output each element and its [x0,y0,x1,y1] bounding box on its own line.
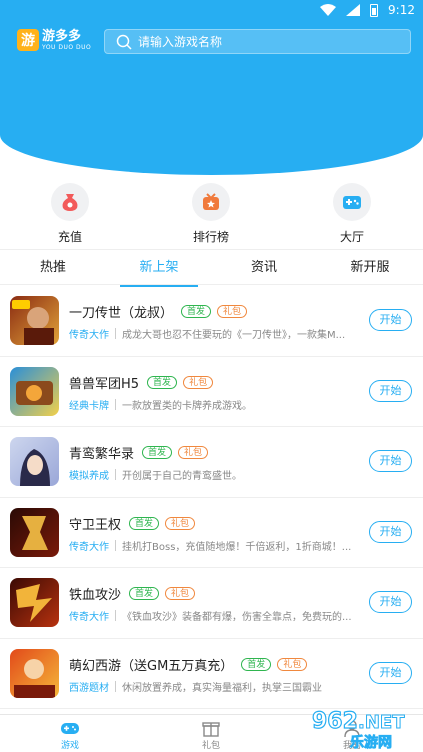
game-row[interactable]: 守卫王权 首发 礼包 传奇大作 挂机打Boss，充值随地爆！千倍返利，1折商城！… [0,498,423,568]
game-category: 传奇大作 [69,612,109,623]
start-button[interactable]: 开始 [369,591,412,613]
game-name: 一刀传世（龙叔） [69,306,174,321]
game-row[interactable]: 铁血攻沙 首发 礼包 传奇大作 《铁血攻沙》装备都有爆，伤害全靠点，免费玩的..… [0,568,423,639]
start-button[interactable]: 开始 [369,309,412,331]
game-category: 经典卡牌 [69,400,109,412]
first-release-badge: 首发 [142,446,173,459]
search-icon [116,34,132,50]
first-release-badge: 首发 [181,305,212,318]
game-description: 挂机打Boss，充值随地爆！千倍返利，1折商城！... [122,541,352,553]
status-time: 9:12 [388,3,415,17]
game-name: 萌幻西游（送GM五万真充） [69,658,234,674]
battery-icon [370,3,379,17]
game-icon [10,578,59,627]
top-bar: 游 游多多 YOU DUO DUO [0,29,423,55]
game-name: 兽兽军团H5 [69,376,140,392]
watermark-suffix: .NET [358,712,405,733]
game-row[interactable]: 青鸾繁华录 首发 礼包 模拟养成 开创属于自己的青鸾盛世。 开始 [0,427,423,498]
game-description: 开创属于自己的青鸾盛世。 [122,471,242,482]
nav-games[interactable]: 游戏 [40,718,100,751]
game-row[interactable]: 一刀传世（龙叔） 首发 礼包 传奇大作 成龙大哥也忍不住要玩的《一刀传世》，一款… [0,286,423,357]
app-name: 游多多 [42,28,82,44]
gift-badge: 礼包 [217,305,248,318]
first-release-badge: 首发 [129,587,160,600]
money-bag-icon [62,194,78,211]
first-release-badge: 首发 [129,516,160,530]
gift-badge: 礼包 [277,657,308,671]
nav-label: 游戏 [60,741,79,751]
game-description: 一款放置类的卡牌养成游戏。 [122,400,252,412]
logo-mark: 游 [17,29,39,51]
game-description: 《铁血攻沙》装备都有爆，伤害全靠点，免费玩的... [122,612,352,623]
game-name: 守卫王权 [69,517,122,533]
game-icon [10,296,59,345]
header-banner [0,0,423,175]
site-watermark: 962 .NET 乐游网 [310,702,423,752]
gift-badge: 礼包 [165,587,196,600]
game-category: 西游题材 [69,682,109,694]
search-bar[interactable] [104,29,411,54]
first-release-badge: 首发 [147,375,178,389]
quick-label: 排行榜 [192,230,229,244]
game-description: 成龙大哥也忍不住要玩的《一刀传世》，一款集M... [122,330,346,341]
quick-label: 大厅 [339,230,364,244]
status-bar: 9:12 [0,0,423,22]
app-logo: 游 游多多 YOU DUO DUO [17,29,91,51]
gift-badge: 礼包 [183,375,214,389]
search-input[interactable] [138,34,398,49]
game-icon [10,366,59,416]
game-icon [10,648,59,698]
tab-new[interactable]: 新上架 [106,250,212,287]
tab-news[interactable]: 资讯 [211,250,317,286]
game-name: 铁血攻沙 [69,588,122,603]
game-row[interactable]: 兽兽军团H5 首发 礼包 经典卡牌 一款放置类的卡牌养成游戏。 开始 [0,357,423,427]
game-category: 模拟养成 [69,471,109,482]
start-button[interactable]: 开始 [369,450,412,472]
start-button[interactable]: 开始 [369,520,412,543]
nav-label: 礼包 [201,741,220,751]
watermark-number: 962 [312,709,358,734]
app-name-en: YOU DUO DUO [42,43,92,51]
tab-new-servers[interactable]: 新开服 [317,250,423,286]
game-icon [10,437,59,486]
quick-ranking[interactable]: 排行榜 [181,183,241,245]
first-release-badge: 首发 [241,657,272,671]
tab-hot[interactable]: 热推 [0,250,106,286]
gamepad-icon [61,723,79,734]
quick-recharge[interactable]: 充值 [40,183,100,245]
game-icon [10,507,59,557]
gift-badge: 礼包 [178,446,209,459]
tab-bar: 热推 新上架 资讯 新开服 [0,249,423,287]
nav-gifts[interactable]: 礼包 [181,718,241,751]
gift-icon [202,722,220,737]
start-button[interactable]: 开始 [369,661,412,684]
gift-badge: 礼包 [165,516,196,530]
quick-label: 充值 [57,230,82,244]
signal-icon [346,4,361,16]
game-category: 传奇大作 [69,541,109,553]
quick-lobby[interactable]: 大厅 [322,183,382,245]
gamepad-icon [343,196,361,209]
game-list: 一刀传世（龙叔） 首发 礼包 传奇大作 成龙大哥也忍不住要玩的《一刀传世》，一款… [0,286,423,709]
game-category: 传奇大作 [69,330,109,341]
game-row[interactable]: 萌幻西游（送GM五万真充） 首发 礼包 西游题材 休闲放置养成，真实海量福利，执… [0,639,423,709]
game-name: 青鸾繁华录 [69,447,135,462]
start-button[interactable]: 开始 [369,379,412,402]
wifi-icon [320,4,337,16]
watermark-cn: 乐游网 [350,734,392,751]
ranking-icon [203,193,219,210]
quick-categories: 充值 排行榜 大厅 [0,183,423,245]
game-description: 休闲放置养成，真实海量福利，执掌三国霸业 [122,682,322,694]
